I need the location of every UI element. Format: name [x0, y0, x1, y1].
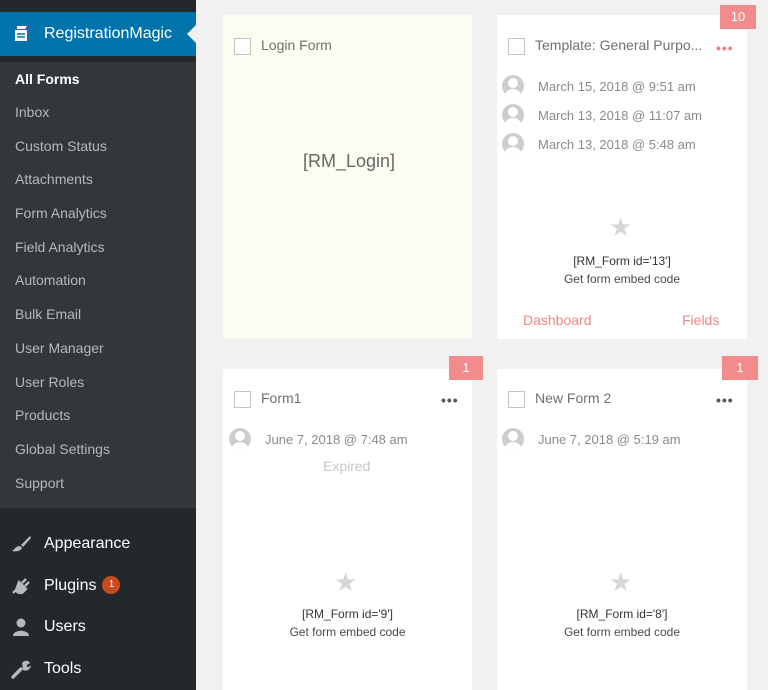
menu-item-tools[interactable]: Tools — [0, 648, 196, 690]
admin-sidebar: RegistrationMagic All Forms Inbox Custom… — [0, 0, 196, 690]
menu-label-plugins: Plugins — [44, 577, 97, 594]
submission-count-badge: 10 — [720, 5, 756, 29]
submenu-custom-status[interactable]: Custom Status — [15, 135, 107, 157]
submission-row[interactable]: June 7, 2018 @ 5:19 am — [502, 428, 681, 450]
submenu-field-analytics[interactable]: Field Analytics — [15, 236, 104, 258]
form-icon — [15, 26, 27, 41]
submenu-support[interactable]: Support — [15, 472, 64, 494]
paintbrush-icon — [10, 533, 32, 555]
submission-row[interactable]: March 15, 2018 @ 9:51 am — [502, 75, 696, 97]
form-title[interactable]: New Form 2 — [535, 390, 611, 406]
menu-item-appearance[interactable]: Appearance — [0, 523, 196, 565]
more-options-icon[interactable]: ••• — [716, 41, 734, 55]
submission-date: June 7, 2018 @ 5:19 am — [538, 431, 681, 447]
menu-label-appearance: Appearance — [44, 535, 131, 552]
submenu-user-roles[interactable]: User Roles — [15, 371, 84, 393]
menu-label-users: Users — [44, 618, 86, 635]
star-icon[interactable]: ★ — [609, 212, 632, 243]
submission-count-badge: 1 — [449, 356, 483, 380]
form-card-form1: Form1 ••• June 7, 2018 @ 7:48 am Expired… — [223, 369, 472, 690]
select-checkbox[interactable] — [508, 391, 525, 408]
embed-code-link[interactable]: Get form embed code — [223, 625, 472, 639]
menu-item-users[interactable]: Users — [0, 606, 196, 648]
select-checkbox[interactable] — [234, 38, 251, 55]
submenu-automation[interactable]: Automation — [15, 269, 86, 291]
form-shortcode: [RM_Form id='8'] — [576, 607, 668, 621]
submission-date: June 7, 2018 @ 7:48 am — [265, 431, 408, 447]
submission-date: March 15, 2018 @ 9:51 am — [538, 78, 696, 94]
avatar-icon — [502, 104, 524, 126]
form-card-new-form-2: New Form 2 ••• June 7, 2018 @ 5:19 am ★ … — [497, 369, 747, 690]
submenu-inbox[interactable]: Inbox — [15, 101, 49, 123]
submenu-form-analytics[interactable]: Form Analytics — [15, 202, 107, 224]
avatar-icon — [502, 75, 524, 97]
select-checkbox[interactable] — [234, 391, 251, 408]
form-shortcode: [RM_Login] — [303, 151, 396, 171]
embed-code-link[interactable]: Get form embed code — [497, 272, 747, 286]
expired-status: Expired — [323, 458, 371, 474]
submenu-products[interactable]: Products — [15, 404, 70, 426]
submission-count-badge: 1 — [722, 356, 758, 380]
submission-row[interactable]: March 13, 2018 @ 5:48 am — [502, 133, 696, 155]
submenu-bulk-email[interactable]: Bulk Email — [15, 303, 81, 325]
form-shortcode: [RM_Form id='13'] — [573, 254, 671, 268]
plugins-update-count: 1 — [102, 576, 121, 594]
embed-code-link[interactable]: Get form embed code — [497, 625, 747, 639]
submission-date: March 13, 2018 @ 5:48 am — [538, 136, 696, 152]
form-title[interactable]: Template: General Purpo... — [535, 37, 702, 53]
plugin-submenu: All Forms Inbox Custom Status Attachment… — [0, 62, 196, 508]
more-options-icon[interactable]: ••• — [716, 393, 734, 407]
form-card-template: Template: General Purpo... ••• March 15,… — [497, 15, 747, 339]
submenu-global-settings[interactable]: Global Settings — [15, 438, 110, 460]
submenu-all-forms[interactable]: All Forms — [15, 68, 80, 90]
avatar-icon — [229, 428, 251, 450]
star-icon[interactable]: ★ — [609, 567, 632, 598]
star-icon[interactable]: ★ — [334, 567, 357, 598]
avatar-icon — [502, 428, 524, 450]
menu-item-registrationmagic[interactable]: RegistrationMagic — [0, 12, 196, 56]
wrench-icon — [10, 658, 32, 680]
plugin-title: RegistrationMagic — [44, 25, 173, 42]
submission-date: March 13, 2018 @ 11:07 am — [538, 107, 702, 123]
select-checkbox[interactable] — [508, 38, 525, 55]
menu-item-plugins[interactable]: Plugins 1 — [0, 565, 196, 607]
form-title[interactable]: Login Form — [261, 37, 332, 53]
submenu-attachments[interactable]: Attachments — [15, 168, 93, 190]
form-card-login: Login Form [RM_Login] — [223, 15, 472, 339]
dashboard-link[interactable]: Dashboard — [523, 312, 592, 328]
users-icon — [10, 616, 32, 638]
current-menu-arrow — [187, 25, 196, 43]
plugin-icon — [10, 575, 32, 597]
menu-label-tools: Tools — [44, 660, 82, 677]
submission-row[interactable]: March 13, 2018 @ 11:07 am — [502, 104, 702, 126]
form-shortcode: [RM_Form id='9'] — [302, 607, 393, 621]
submission-row[interactable]: June 7, 2018 @ 7:48 am — [229, 428, 408, 450]
fields-link[interactable]: Fields — [682, 312, 719, 328]
avatar-icon — [502, 133, 524, 155]
form-title[interactable]: Form1 — [261, 390, 301, 406]
more-options-icon[interactable]: ••• — [441, 393, 459, 407]
submenu-user-manager[interactable]: User Manager — [15, 337, 104, 359]
